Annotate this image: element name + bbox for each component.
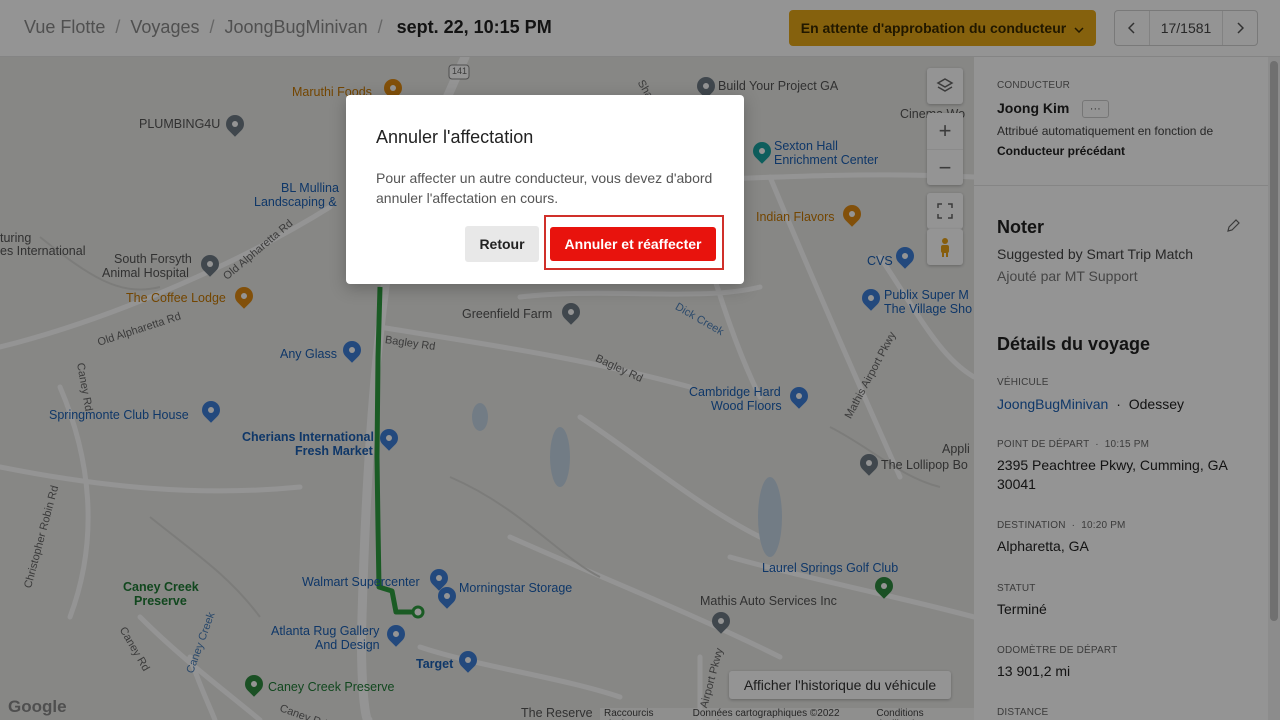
cancel-assignment-dialog: Annuler l'affectation Pour affecter un a… (346, 95, 744, 284)
dialog-title: Annuler l'affectation (376, 127, 534, 147)
dialog-body: Pour affecter un autre conducteur, vous … (376, 170, 713, 206)
cancel-and-reassign-button[interactable]: Annuler et réaffecter (550, 227, 716, 261)
back-button[interactable]: Retour (465, 226, 539, 262)
confirm-highlight: Annuler et réaffecter (544, 215, 724, 270)
